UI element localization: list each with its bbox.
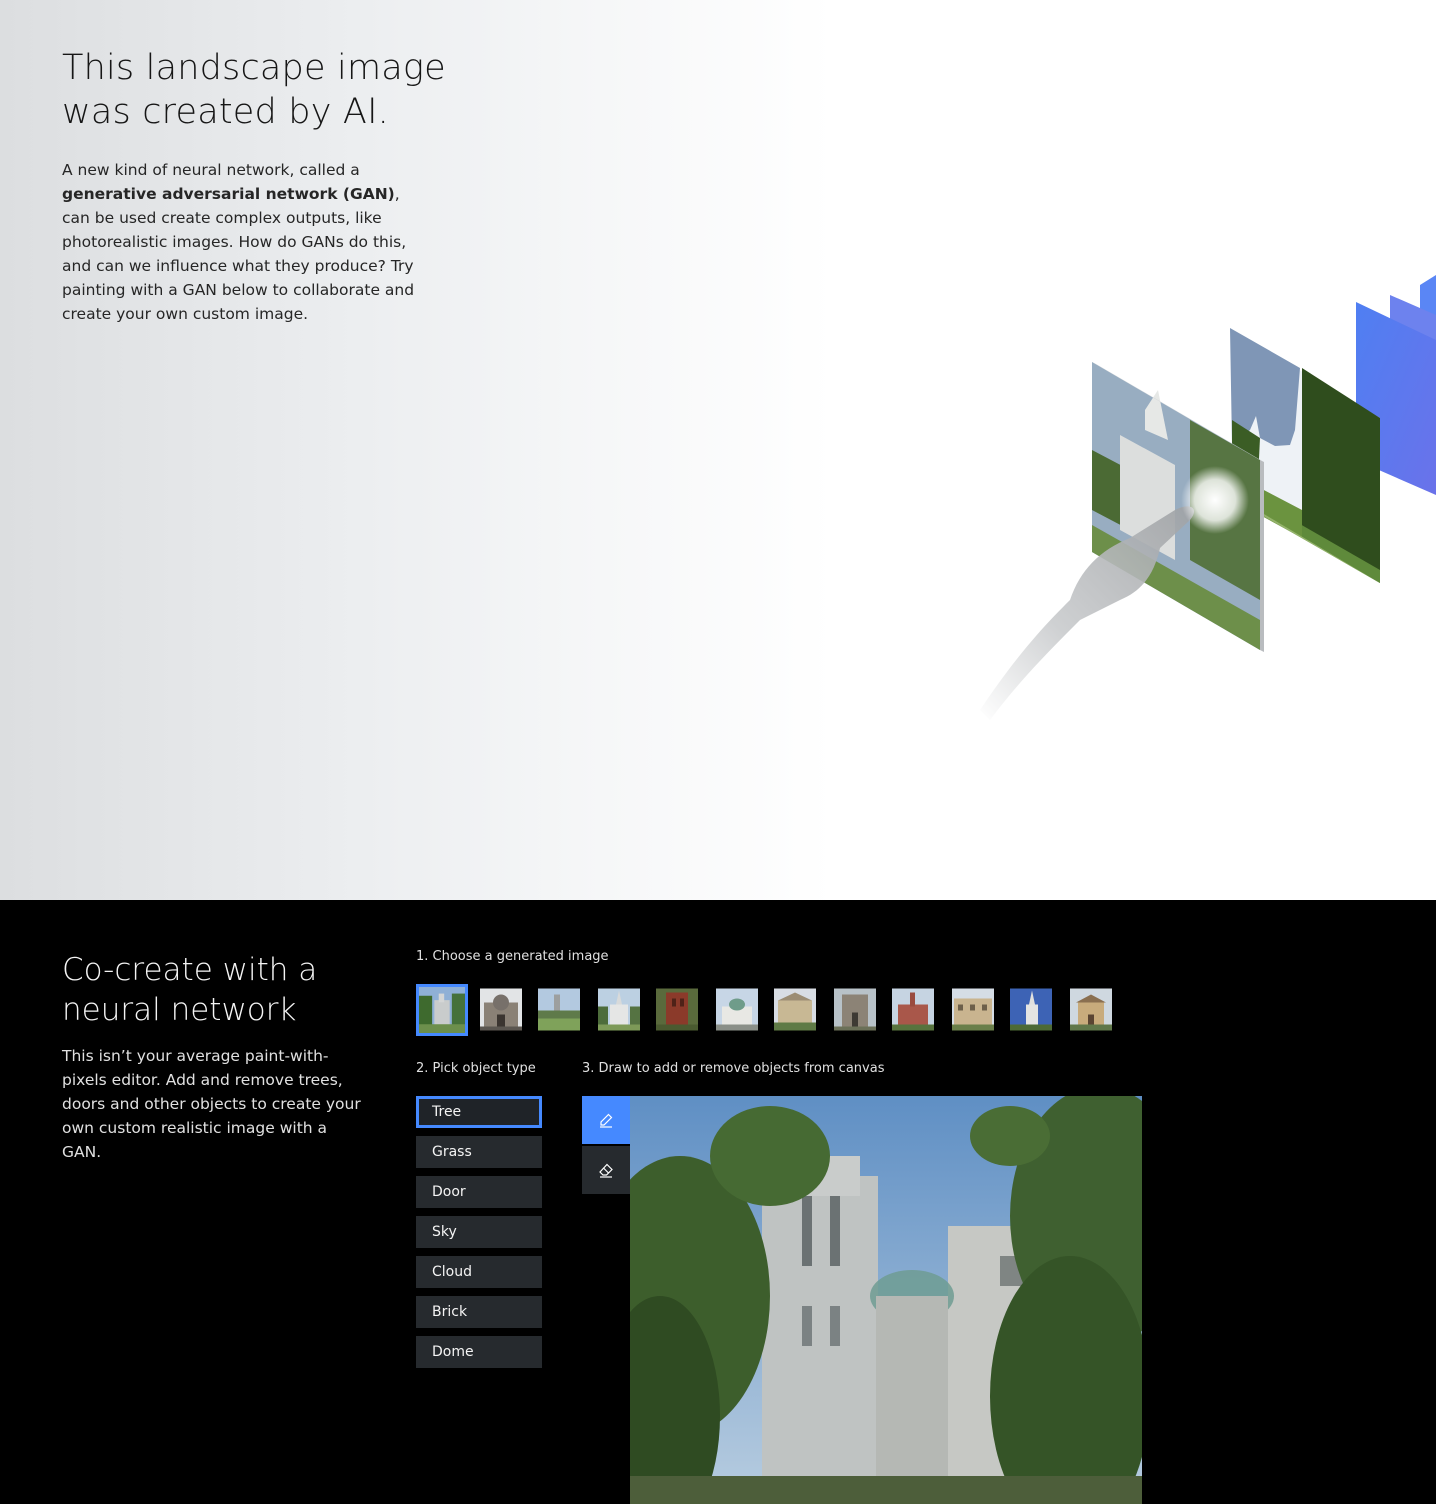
canvas-generated-image [630, 1096, 1142, 1504]
hero-title: This landscape image was created by AI. [62, 46, 482, 134]
step2-label: 2. Pick object type [416, 1061, 536, 1076]
generated-image-thumb-6[interactable] [716, 988, 758, 1031]
generated-image-picker [416, 984, 1136, 1036]
cocreate-section: Co-create with a neural network This isn… [0, 900, 1436, 1504]
generated-image-thumb-3[interactable] [538, 988, 580, 1031]
generated-image-thumb-11[interactable] [1010, 988, 1052, 1031]
thumb-1-image [419, 987, 465, 1033]
gan-layers-illustration [980, 275, 1436, 720]
thumb-4-image [598, 988, 640, 1031]
object-type-cloud[interactable]: Cloud [416, 1256, 542, 1288]
eraser-tool-button[interactable] [582, 1146, 630, 1194]
thumb-9-image [892, 988, 934, 1031]
generated-image-thumb-8[interactable] [834, 988, 876, 1031]
step1-label: 1. Choose a generated image [416, 949, 609, 964]
object-type-grass[interactable]: Grass [416, 1136, 542, 1168]
generated-image-thumb-12[interactable] [1070, 988, 1112, 1031]
hero-description: A new kind of neural network, called a g… [62, 158, 432, 326]
object-type-door[interactable]: Door [416, 1176, 542, 1208]
step3-label: 3. Draw to add or remove objects from ca… [582, 1061, 885, 1076]
thumb-11-image [1010, 988, 1052, 1031]
brush-tool-button[interactable] [582, 1096, 630, 1144]
cocreate-title-line1: Co-create with a [62, 952, 318, 988]
object-type-tree[interactable]: Tree [416, 1096, 542, 1128]
generated-image-thumb-1[interactable] [416, 984, 468, 1036]
thumb-5-image [656, 988, 698, 1031]
thumb-3-image [538, 988, 580, 1031]
thumb-10-image [952, 988, 994, 1031]
thumb-12-image [1070, 988, 1112, 1031]
object-type-brick[interactable]: Brick [416, 1296, 542, 1328]
generated-image-thumb-9[interactable] [892, 988, 934, 1031]
generated-image-thumb-4[interactable] [598, 988, 640, 1031]
hero-section: This landscape image was created by AI. … [0, 0, 1436, 900]
thumb-7-image [774, 988, 816, 1031]
drawing-canvas[interactable] [630, 1096, 1142, 1504]
thumb-8-image [834, 988, 876, 1031]
hero-title-line2: was created by AI. [62, 92, 389, 132]
hero-desc-rest: , can be used create complex outputs, li… [62, 185, 415, 323]
generated-image-thumb-5[interactable] [656, 988, 698, 1031]
hero-title-line1: This landscape image [62, 48, 446, 88]
eraser-icon [599, 1163, 613, 1178]
cocreate-title-line2: neural network [62, 992, 297, 1028]
hero-desc-intro: A new kind of neural network, called a [62, 161, 360, 179]
cocreate-description: This isn’t your average paint-with-pixel… [62, 1047, 361, 1161]
brush-icon [600, 1113, 613, 1128]
object-type-dome[interactable]: Dome [416, 1336, 542, 1368]
generated-image-thumb-10[interactable] [952, 988, 994, 1031]
thumb-6-image [716, 988, 758, 1031]
thumb-2-image [480, 988, 522, 1031]
generated-image-thumb-7[interactable] [774, 988, 816, 1031]
cocreate-title: Co-create with a neural network [62, 950, 382, 1030]
hero-desc-bold: generative adversarial network (GAN) [62, 185, 395, 203]
object-type-sky[interactable]: Sky [416, 1216, 542, 1248]
generated-image-thumb-2[interactable] [480, 988, 522, 1031]
